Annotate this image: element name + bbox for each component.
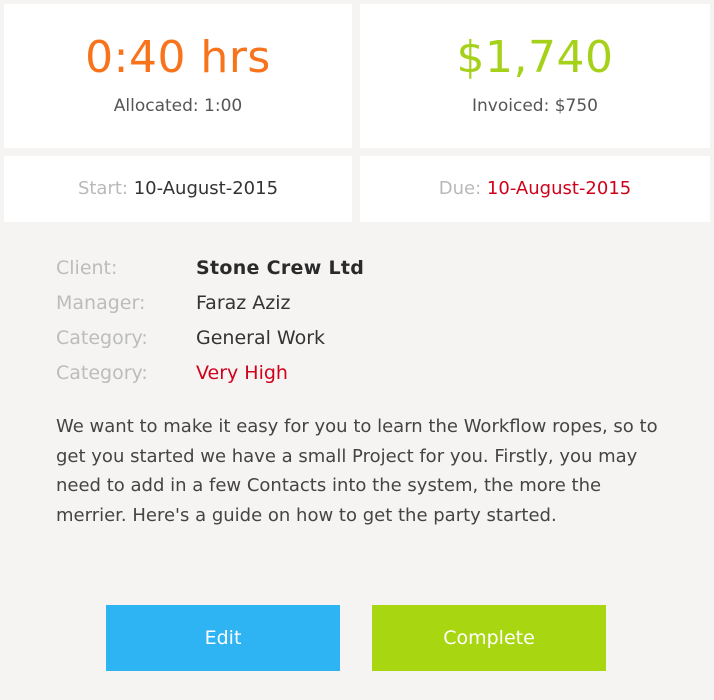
start-date-label: Start: bbox=[77, 178, 128, 199]
start-date-card: Start: 10-August-2015 bbox=[4, 156, 352, 222]
detail-row-manager: Manager: Faraz Aziz bbox=[56, 285, 656, 320]
priority-value: Very High bbox=[196, 361, 288, 384]
category-label: Category: bbox=[56, 326, 148, 349]
hours-value: 0:40 hrs bbox=[85, 32, 271, 83]
hours-allocated: Allocated: 1:00 bbox=[113, 96, 243, 116]
manager-label: Manager: bbox=[56, 291, 146, 314]
edit-button[interactable]: Edit bbox=[106, 605, 340, 671]
due-date-card: Due: 10-August-2015 bbox=[360, 156, 710, 222]
amount-invoiced: Invoiced: $750 bbox=[472, 96, 598, 116]
job-detail-panel: 0:40 hrs Allocated: 1:00 $1,740 Invoiced… bbox=[0, 0, 714, 700]
hours-card: 0:40 hrs Allocated: 1:00 bbox=[4, 4, 352, 148]
stats-grid: 0:40 hrs Allocated: 1:00 $1,740 Invoiced… bbox=[0, 0, 714, 224]
detail-row-category: Category: General Work bbox=[56, 320, 656, 355]
detail-row-client: Client: Stone Crew Ltd bbox=[56, 250, 656, 285]
client-value: Stone Crew Ltd bbox=[196, 256, 365, 279]
detail-row-priority: Category: Very High bbox=[56, 355, 656, 390]
start-date-value: 10-August-2015 bbox=[133, 178, 279, 199]
due-date-label: Due: bbox=[438, 178, 482, 199]
priority-label: Category: bbox=[56, 361, 148, 384]
due-date-value: 10-August-2015 bbox=[486, 178, 632, 199]
job-description: We want to make it easy for you to learn… bbox=[56, 416, 658, 526]
amount-value: $1,740 bbox=[456, 32, 614, 83]
manager-value: Faraz Aziz bbox=[196, 291, 291, 314]
client-label: Client: bbox=[56, 256, 118, 279]
complete-button[interactable]: Complete bbox=[372, 605, 606, 671]
amount-card: $1,740 Invoiced: $750 bbox=[360, 4, 710, 148]
category-value: General Work bbox=[196, 326, 326, 349]
due-date: Due: 10-August-2015 bbox=[360, 178, 710, 199]
job-details: Client: Stone Crew Ltd Manager: Faraz Az… bbox=[56, 250, 656, 390]
start-date: Start: 10-August-2015 bbox=[4, 178, 352, 199]
